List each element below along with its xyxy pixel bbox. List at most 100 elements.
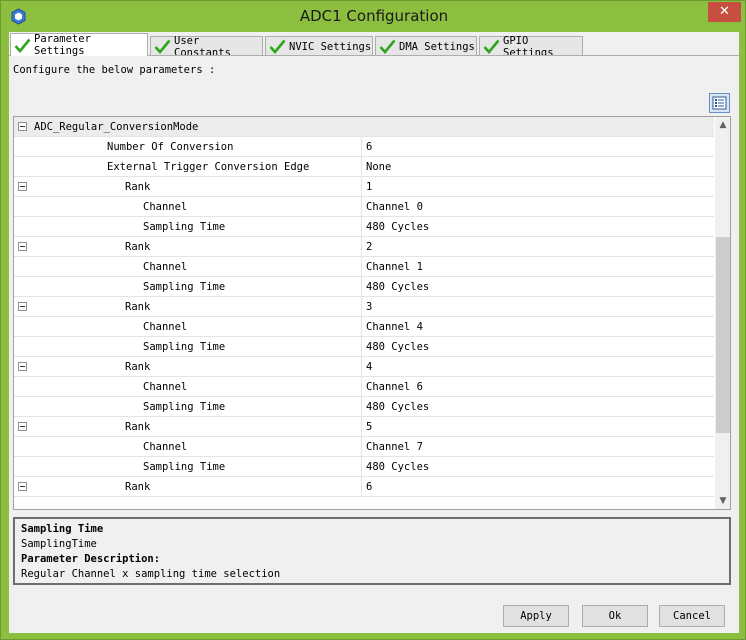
scroll-thumb[interactable] [716, 237, 730, 433]
ok-button[interactable]: Ok [582, 605, 648, 627]
parameter-value[interactable]: 5 [366, 421, 372, 433]
collapse-toggle-icon[interactable] [18, 362, 27, 371]
column-separator [361, 237, 362, 257]
parameter-value[interactable]: 2 [366, 241, 372, 253]
cancel-button[interactable]: Cancel [659, 605, 725, 627]
grid-row[interactable]: External Trigger Conversion Edge None [14, 157, 714, 177]
parameter-value[interactable]: 6 [366, 141, 372, 153]
parameter-name: Rank [125, 361, 151, 373]
parameter-value[interactable]: 480 Cycles [366, 341, 429, 353]
parameter-name: Rank [125, 181, 151, 193]
grid-row[interactable]: Rank 1 [14, 177, 714, 197]
parameter-value[interactable]: Channel 4 [366, 321, 423, 333]
grid-row[interactable]: Rank 2 [14, 237, 714, 257]
selected-parameter-name: SamplingTime [21, 538, 97, 550]
parameter-value[interactable]: 480 Cycles [366, 281, 429, 293]
parameter-value[interactable]: Channel 1 [366, 261, 423, 273]
grid-row[interactable]: Channel Channel 4 [14, 317, 714, 337]
parameter-description-box: Sampling Time SamplingTime Parameter Des… [13, 517, 731, 585]
scroll-down-arrow-icon[interactable]: ▼ [715, 493, 730, 509]
description-heading: Parameter Description: [21, 553, 161, 565]
parameter-name: Sampling Time [143, 281, 226, 293]
title-bar[interactable]: ADC1 Configuration ✕ [1, 1, 746, 32]
column-separator [361, 377, 362, 397]
parameter-name: ADC_Regular_ConversionMode [34, 121, 199, 133]
collapse-toggle-icon[interactable] [18, 122, 27, 131]
parameter-name: Channel [143, 261, 188, 273]
scroll-up-arrow-icon[interactable]: ▲ [715, 117, 730, 133]
parameter-value[interactable]: None [366, 161, 391, 173]
tab-label: DMA Settings [399, 40, 475, 53]
parameter-value[interactable]: 3 [366, 301, 372, 313]
grid-row[interactable]: Sampling Time 480 Cycles [14, 337, 714, 357]
parameter-name: Rank [125, 421, 151, 433]
parameter-value[interactable]: Channel 7 [366, 441, 423, 453]
grid-row[interactable]: Channel Channel 6 [14, 377, 714, 397]
column-separator [361, 217, 362, 237]
grid-row[interactable]: Channel Channel 7 [14, 437, 714, 457]
parameter-value[interactable]: 480 Cycles [366, 401, 429, 413]
grid-row[interactable]: Rank 5 [14, 417, 714, 437]
grid-group-row[interactable]: ADC_Regular_ConversionMode [14, 117, 714, 137]
window-title: ADC1 Configuration [299, 7, 449, 25]
column-separator [361, 297, 362, 317]
parameter-value[interactable]: 480 Cycles [366, 221, 429, 233]
parameter-name: Channel [143, 381, 188, 393]
parameter-value[interactable]: 480 Cycles [366, 461, 429, 473]
parameter-value[interactable]: Channel 0 [366, 201, 423, 213]
tab-nvic-settings[interactable]: NVIC Settings [265, 36, 373, 56]
parameter-value[interactable]: 1 [366, 181, 372, 193]
parameter-name: Rank [125, 481, 151, 493]
adc1-configuration-dialog: ADC1 Configuration ✕ Parameter Settings … [0, 0, 746, 640]
collapse-toggle-icon[interactable] [18, 422, 27, 431]
collapse-toggle-icon[interactable] [18, 302, 27, 311]
grid-row[interactable]: Sampling Time 480 Cycles [14, 397, 714, 417]
parameter-value[interactable]: 4 [366, 361, 372, 373]
column-separator [361, 157, 362, 177]
column-separator [361, 197, 362, 217]
parameter-grid[interactable]: ADC_Regular_ConversionMode Number Of Conv… [13, 116, 731, 510]
tab-user-constants[interactable]: User Constants [150, 35, 263, 59]
grid-row[interactable]: Channel Channel 0 [14, 197, 714, 217]
collapse-toggle-icon[interactable] [18, 482, 27, 491]
parameter-name: Sampling Time [143, 401, 226, 413]
tab-parameter-settings[interactable]: Parameter Settings [10, 33, 148, 57]
collapse-toggle-icon[interactable] [18, 182, 27, 191]
parameter-value[interactable]: 6 [366, 481, 372, 493]
intro-text: Configure the below parameters : [13, 64, 216, 76]
column-separator [361, 337, 362, 357]
grid-row[interactable]: Rank 6 [14, 477, 714, 497]
tab-dma-settings[interactable]: DMA Settings [375, 36, 477, 56]
dialog-client-area: Parameter Settings User Constants NVIC S… [9, 32, 739, 633]
parameter-name: Channel [143, 441, 188, 453]
column-separator [361, 357, 362, 377]
column-separator [361, 397, 362, 417]
column-separator [361, 257, 362, 277]
grid-row[interactable]: Number Of Conversion 6 [14, 137, 714, 157]
grid-row[interactable]: Rank 4 [14, 357, 714, 377]
apply-button[interactable]: Apply [503, 605, 569, 627]
close-button[interactable]: ✕ [708, 2, 741, 22]
tab-gpio-settings[interactable]: GPIO Settings [479, 35, 583, 59]
check-icon [269, 39, 286, 54]
grid-row[interactable]: Sampling Time 480 Cycles [14, 457, 714, 477]
column-separator [361, 417, 362, 437]
parameter-name: Rank [125, 301, 151, 313]
tab-label: NVIC Settings [289, 40, 372, 53]
parameter-value[interactable]: Channel 6 [366, 381, 423, 393]
column-separator [361, 477, 362, 497]
parameter-settings-panel: Configure the below parameters : ADC_Reg… [9, 56, 739, 587]
grid-row[interactable]: Rank 3 [14, 297, 714, 317]
vertical-scrollbar[interactable]: ▲ ▼ [715, 117, 730, 509]
grid-row[interactable]: Channel Channel 1 [14, 257, 714, 277]
button-bar: Apply Ok Cancel [9, 587, 739, 633]
expand-all-button[interactable] [709, 93, 730, 113]
parameter-name: Sampling Time [143, 221, 226, 233]
parameter-name: External Trigger Conversion Edge [107, 161, 310, 173]
parameter-name: Channel [143, 321, 188, 333]
grid-row[interactable]: Sampling Time 480 Cycles [14, 277, 714, 297]
column-separator [361, 137, 362, 157]
collapse-toggle-icon[interactable] [18, 242, 27, 251]
grid-row[interactable]: Sampling Time 480 Cycles [14, 217, 714, 237]
parameter-name: Sampling Time [143, 461, 226, 473]
